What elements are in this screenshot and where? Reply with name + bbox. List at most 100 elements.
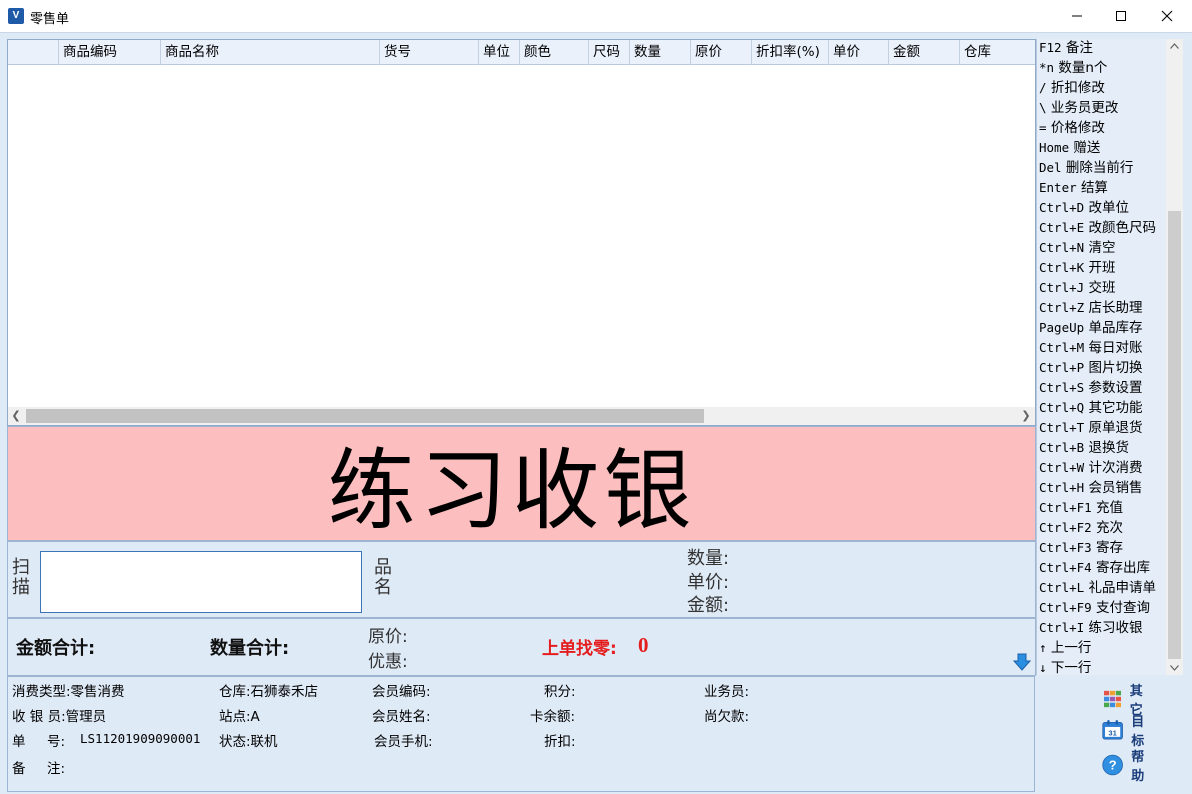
maximize-button[interactable] bbox=[1098, 0, 1144, 32]
shortcut-key: Enter bbox=[1039, 180, 1077, 195]
scan-input[interactable] bbox=[40, 551, 362, 613]
vertical-scrollbar[interactable] bbox=[1166, 39, 1183, 675]
order-info-panel: 消费类型:零售消费 仓库:石狮泰禾店 会员编码: 积分: 业务员: 收 银 员:… bbox=[7, 676, 1144, 792]
column-header-unit[interactable]: 单位 bbox=[479, 40, 520, 65]
minimize-button[interactable] bbox=[1054, 0, 1100, 32]
shortcut-item: Ctrl+M 每日对账 bbox=[1039, 340, 1142, 360]
amount-label: 金额: bbox=[687, 595, 730, 616]
shortcut-key: ↓ bbox=[1039, 660, 1047, 675]
close-button[interactable] bbox=[1144, 0, 1190, 32]
shortcut-key: Ctrl+D bbox=[1039, 200, 1085, 215]
shortcut-description: 充值 bbox=[1095, 500, 1123, 516]
shortcut-item: Ctrl+W 计次消费 bbox=[1039, 460, 1142, 480]
minimize-icon bbox=[1072, 15, 1082, 17]
target-label: 目标 bbox=[1131, 715, 1145, 749]
shortcut-key: Home bbox=[1039, 140, 1070, 155]
column-header-quantity[interactable]: 数量 bbox=[630, 40, 691, 65]
shortcut-description: 退换货 bbox=[1088, 440, 1129, 456]
shortcut-description: 图片切换 bbox=[1088, 360, 1143, 376]
shortcut-description: 下一行 bbox=[1050, 660, 1092, 676]
column-header-product-code[interactable]: 商品编码 bbox=[59, 40, 161, 65]
maximize-icon bbox=[1116, 11, 1126, 21]
column-header-product-name[interactable]: 商品名称 bbox=[161, 40, 380, 65]
app-logo-icon: V bbox=[8, 8, 24, 24]
scroll-right-icon[interactable]: ❯ bbox=[1018, 407, 1034, 425]
shortcut-item: = 价格修改 bbox=[1039, 120, 1105, 140]
shortcut-item: Ctrl+F1 充值 bbox=[1039, 500, 1123, 520]
shortcut-key: Ctrl+Q bbox=[1039, 400, 1085, 415]
shortcut-description: 折扣修改 bbox=[1050, 80, 1105, 96]
scroll-up-icon[interactable] bbox=[1170, 43, 1179, 49]
shortcut-key: Del bbox=[1039, 160, 1062, 175]
scan-label: 扫描 bbox=[12, 557, 30, 598]
column-header-size[interactable]: 尺码 bbox=[589, 40, 630, 65]
quantity-total-label: 数量合计: bbox=[210, 638, 290, 659]
help-button[interactable]: ? 帮助 bbox=[1102, 746, 1151, 784]
shortcut-description: 其它功能 bbox=[1088, 400, 1143, 416]
shortcut-description: 会员销售 bbox=[1088, 480, 1143, 496]
shortcut-item: F12 备注 bbox=[1039, 40, 1093, 60]
amount-total-label: 金额合计: bbox=[16, 638, 96, 659]
help-label: 帮助 bbox=[1131, 750, 1145, 784]
shortcut-key: Ctrl+P bbox=[1039, 360, 1085, 375]
column-header-warehouse[interactable]: 仓库 bbox=[960, 40, 1035, 65]
cashier: 收 银 员:管理员 bbox=[12, 709, 107, 725]
shortcut-key: Ctrl+Z bbox=[1039, 300, 1085, 315]
shortcut-description: 备注 bbox=[1065, 40, 1093, 56]
shortcut-key: Ctrl+W bbox=[1039, 460, 1085, 475]
column-header-amount[interactable]: 金额 bbox=[889, 40, 960, 65]
target-button[interactable]: 31 目标 bbox=[1102, 711, 1151, 749]
shortcut-description: 寄存出库 bbox=[1095, 560, 1150, 576]
shortcut-description: 店长助理 bbox=[1088, 300, 1143, 316]
shortcut-key: Ctrl+B bbox=[1039, 440, 1085, 455]
down-arrow-icon[interactable] bbox=[1013, 653, 1031, 671]
row-header-cell bbox=[8, 40, 59, 65]
title-bar: V 零售单 bbox=[0, 0, 1192, 32]
scroll-down-icon[interactable] bbox=[1170, 665, 1179, 671]
shortcut-key: Ctrl+H bbox=[1039, 480, 1085, 495]
scan-panel: 扫描 品名 数量: 单价: 金额: bbox=[7, 541, 1036, 618]
connection-status: 状态:联机 bbox=[219, 734, 278, 750]
shortcut-description: 参数设置 bbox=[1088, 380, 1143, 396]
shortcut-description: 删除当前行 bbox=[1065, 160, 1134, 176]
shortcut-item: Ctrl+S 参数设置 bbox=[1039, 380, 1142, 400]
shortcut-description: 支付查询 bbox=[1095, 600, 1150, 616]
shortcut-item: Ctrl+P 图片切换 bbox=[1039, 360, 1142, 380]
card-balance: 卡余额: bbox=[530, 709, 576, 725]
shortcut-description: 改单位 bbox=[1088, 200, 1129, 216]
vertical-scroll-thumb[interactable] bbox=[1168, 211, 1181, 659]
shortcut-item: Ctrl+E 改颜色尺码 bbox=[1039, 220, 1156, 240]
order-no-label: 单 号: bbox=[12, 734, 66, 750]
shortcut-key: Ctrl+M bbox=[1039, 340, 1085, 355]
column-header-color[interactable]: 颜色 bbox=[520, 40, 589, 65]
warehouse-info: 仓库:石狮泰禾店 bbox=[219, 684, 319, 700]
close-icon bbox=[1161, 10, 1173, 22]
shortcut-description: 每日对账 bbox=[1088, 340, 1143, 356]
product-grid[interactable]: 商品编码 商品名称 货号 单位 颜色 尺码 数量 原价 折扣率(%) 单价 金额… bbox=[7, 39, 1036, 426]
column-header-original-price[interactable]: 原价 bbox=[691, 40, 752, 65]
shortcut-description: 原单退货 bbox=[1088, 420, 1143, 436]
shortcut-description: 交班 bbox=[1088, 280, 1116, 296]
shortcut-key: Ctrl+F3 bbox=[1039, 540, 1092, 555]
window-title: 零售单 bbox=[30, 12, 70, 27]
shortcut-description: 价格修改 bbox=[1050, 120, 1105, 136]
shortcut-item: Ctrl+N 清空 bbox=[1039, 240, 1115, 260]
shortcut-key: Ctrl+L bbox=[1039, 580, 1085, 595]
svg-text:?: ? bbox=[1109, 758, 1117, 773]
totals-panel: 金额合计: 数量合计: 原价: 优惠: 上单找零: 0 bbox=[7, 618, 1036, 676]
shortcut-key: / bbox=[1039, 80, 1047, 95]
shortcut-description: 寄存 bbox=[1095, 540, 1123, 556]
product-name-label: 品名 bbox=[374, 557, 392, 598]
shortcut-list: F12 备注 *n 数量n个 / 折扣修改 \ 业务员更改 = 价格修改 Home 赠送 D… bbox=[1036, 39, 1166, 675]
column-header-unit-price[interactable]: 单价 bbox=[829, 40, 889, 65]
shortcut-item: Ctrl+Z 店长助理 bbox=[1039, 300, 1142, 320]
grid-header: 商品编码 商品名称 货号 单位 颜色 尺码 数量 原价 折扣率(%) 单价 金额… bbox=[8, 40, 1035, 65]
column-header-item-no[interactable]: 货号 bbox=[380, 40, 479, 65]
calendar-icon: 31 bbox=[1102, 720, 1123, 740]
shortcut-key: PageUp bbox=[1039, 320, 1085, 335]
shortcut-key: \ bbox=[1039, 100, 1047, 115]
scroll-left-icon[interactable]: ❮ bbox=[8, 407, 24, 425]
column-header-discount-rate[interactable]: 折扣率(%) bbox=[752, 40, 829, 65]
shortcut-key: Ctrl+K bbox=[1039, 260, 1085, 275]
shortcut-description: 礼品申请单 bbox=[1088, 580, 1156, 596]
